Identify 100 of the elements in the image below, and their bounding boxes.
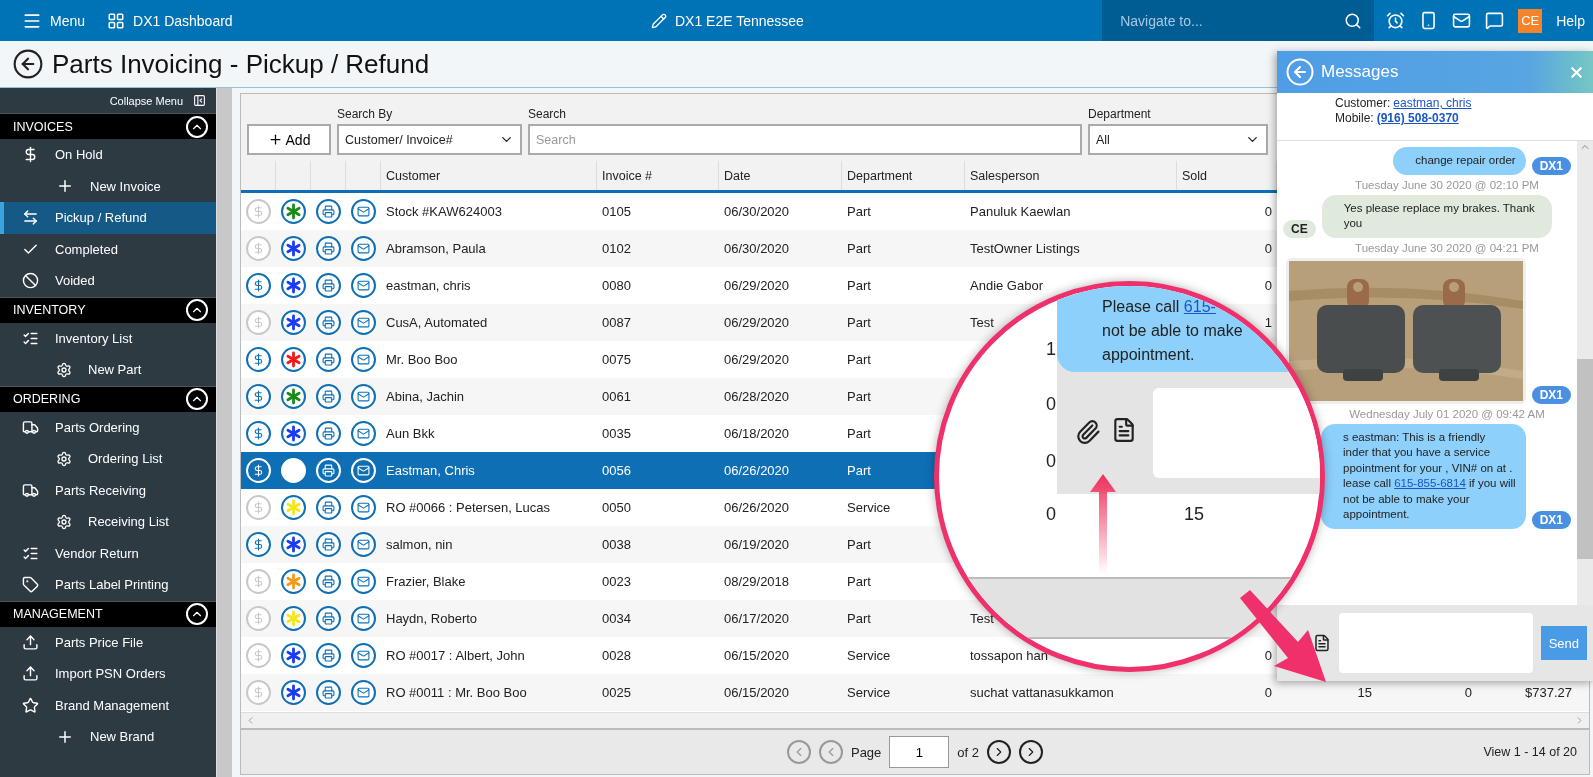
collapse-section-icon[interactable] — [186, 115, 208, 138]
menu-item[interactable]: Parts Ordering — [0, 411, 216, 443]
print-icon[interactable] — [316, 347, 341, 372]
mail-icon[interactable] — [351, 199, 376, 224]
phone-link[interactable]: 615-855-6814 — [1394, 477, 1466, 490]
payment-icon[interactable] — [246, 347, 271, 372]
search-bar[interactable]: Navigate to... — [1102, 0, 1375, 41]
search-by-select[interactable]: Customer/ Invoice# — [337, 124, 522, 155]
menu-item[interactable]: Parts Label Printing — [0, 569, 216, 601]
print-icon[interactable] — [316, 199, 341, 224]
pencil-icon — [650, 12, 667, 29]
menu-item[interactable]: Brand Management — [0, 689, 216, 721]
sidebar-scrollbar[interactable] — [216, 88, 232, 777]
add-button[interactable]: Add — [247, 124, 331, 155]
table-cell: 0 — [1046, 394, 1056, 415]
table-cell-text: 0050 — [601, 500, 632, 515]
print-icon[interactable] — [316, 643, 341, 668]
column-header[interactable]: Department — [842, 161, 965, 190]
mail-icon[interactable] — [351, 532, 376, 557]
column-header[interactable]: Invoice # — [597, 161, 719, 190]
menu-item[interactable]: Vendor Return — [0, 537, 216, 569]
mail-icon[interactable] — [351, 273, 376, 298]
search-icon[interactable] — [1344, 11, 1363, 30]
print-icon[interactable] — [316, 236, 341, 261]
section-header[interactable]: ORDERING — [0, 385, 216, 412]
search-field[interactable]: Search — [528, 124, 1082, 155]
back-icon[interactable] — [12, 48, 44, 80]
collapse-section-icon[interactable] — [186, 388, 208, 410]
table-cell-text: 06/28/2020 — [723, 389, 791, 404]
payment-icon[interactable] — [246, 384, 271, 409]
alarm-clock-icon[interactable] — [1386, 11, 1406, 30]
menu-item[interactable]: Parts Receiving — [0, 474, 216, 506]
message-field[interactable] — [1338, 613, 1533, 673]
menu-item[interactable]: Import PSN Orders — [0, 658, 216, 690]
print-icon[interactable] — [316, 273, 341, 298]
view-count: View 1 - 14 of 20 — [1483, 745, 1577, 759]
menu-item[interactable]: Parts Price File — [0, 626, 216, 658]
collapse-menu-label[interactable]: Collapse Menu — [109, 94, 183, 107]
document-icon[interactable] — [1313, 634, 1331, 652]
section-header[interactable]: MANAGEMENT — [0, 600, 216, 627]
print-icon[interactable] — [316, 421, 341, 446]
mail-icon[interactable] — [351, 569, 376, 594]
menu-button[interactable]: Menu — [22, 10, 86, 31]
mail-icon[interactable] — [351, 310, 376, 335]
help-link[interactable]: Help — [1556, 12, 1585, 29]
print-icon[interactable] — [316, 606, 341, 631]
table-row[interactable]: RO #0011 : Mr. Boo Boo 0025 06/15/2020 Service suchat vattanasukkamon 0 15 0 $737.27 — [241, 674, 1589, 711]
scrollbar-thumb[interactable] — [1577, 359, 1593, 559]
message-text: not be able to make — [1102, 321, 1243, 341]
table-cell-text: tossapon han — [969, 648, 1050, 663]
menu-subitem[interactable]: Receiving List — [0, 506, 216, 538]
mobile-link[interactable]: (916) 508-0370 — [1376, 111, 1459, 125]
payment-icon[interactable] — [246, 532, 271, 557]
print-icon[interactable] — [316, 532, 341, 557]
print-icon[interactable] — [316, 384, 341, 409]
menu-item[interactable]: Completed — [0, 233, 216, 265]
next-page-button[interactable] — [987, 740, 1012, 764]
mail-icon[interactable] — [351, 347, 376, 372]
last-page-button[interactable] — [1019, 740, 1044, 764]
section-header[interactable]: INVOICES — [0, 113, 216, 139]
mail-icon[interactable] — [351, 606, 376, 631]
menu-item[interactable]: On Hold — [0, 139, 216, 171]
mail-icon[interactable] — [351, 421, 376, 446]
print-icon[interactable] — [316, 310, 341, 335]
page-field[interactable]: 1 — [889, 736, 950, 768]
menu-subitem[interactable]: New Brand — [0, 721, 216, 753]
payment-icon[interactable] — [246, 421, 271, 446]
navigate-field[interactable]: Navigate to... — [1118, 11, 1345, 30]
message-scrollbar[interactable] — [1577, 141, 1593, 605]
dashboard-link[interactable]: DX1 Dashboard — [107, 11, 233, 30]
column-header[interactable]: Salesperson — [965, 161, 1177, 190]
table-cell-text: Part — [846, 574, 872, 589]
collapse-section-icon[interactable] — [186, 299, 208, 321]
print-icon[interactable] — [316, 569, 341, 594]
menu-item[interactable]: Voided — [0, 265, 216, 297]
payment-icon[interactable] — [246, 273, 271, 298]
mail-icon[interactable] — [351, 680, 376, 705]
menu-item-icon — [22, 209, 39, 227]
department-select[interactable]: All — [1088, 124, 1268, 155]
print-icon[interactable] — [316, 680, 341, 705]
mail-icon[interactable] — [351, 643, 376, 668]
collapse-icon[interactable] — [193, 94, 206, 107]
menu-item[interactable]: Inventory List — [0, 322, 216, 354]
menu-item[interactable]: Pickup / Refund — [0, 202, 216, 234]
mail-icon[interactable] — [351, 236, 376, 261]
mail-icon[interactable] — [351, 384, 376, 409]
menu-subitem[interactable]: Ordering List — [0, 443, 216, 475]
customer-link[interactable]: eastman, chris — [1393, 96, 1472, 110]
mail-icon[interactable] — [1452, 11, 1472, 30]
page-label: Page — [850, 744, 882, 760]
menu-subitem[interactable]: New Part — [0, 354, 216, 386]
column-header[interactable]: Customer — [381, 161, 597, 190]
table-cell-text: Haydn, Roberto — [385, 611, 479, 626]
column-header[interactable]: Date — [719, 161, 842, 190]
menu-subitem[interactable]: New Invoice — [0, 170, 216, 202]
chat-icon[interactable] — [1485, 11, 1505, 30]
mail-icon[interactable] — [351, 495, 376, 520]
print-icon[interactable] — [316, 495, 341, 520]
section-header[interactable]: INVENTORY — [0, 296, 216, 323]
collapse-section-icon[interactable] — [186, 603, 208, 625]
